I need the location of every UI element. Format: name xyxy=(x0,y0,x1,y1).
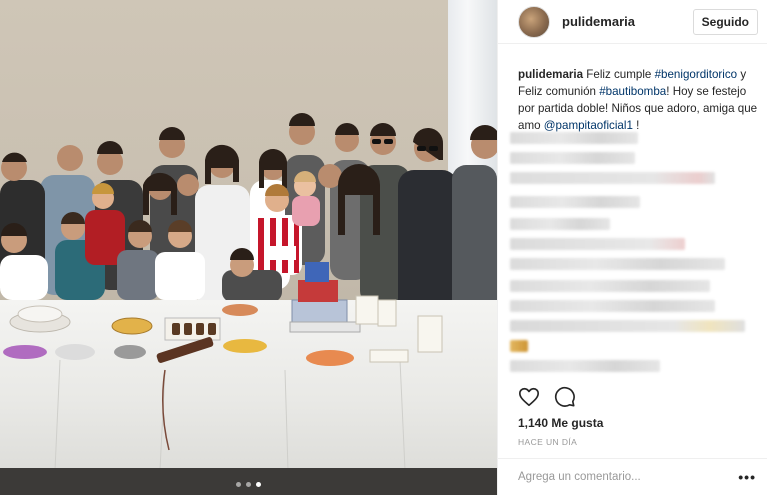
avatar[interactable] xyxy=(518,5,550,38)
header-username[interactable]: pulidemaria xyxy=(562,14,693,29)
post-timestamp[interactable]: HACE UN DÍA xyxy=(518,437,577,447)
blurred-comment-line xyxy=(510,320,745,332)
photo-table-items xyxy=(3,262,443,471)
blurred-comment-line xyxy=(510,300,715,312)
post-actions xyxy=(518,386,576,408)
blurred-comment-line xyxy=(510,132,638,144)
blurred-comments xyxy=(510,130,756,375)
heart-icon[interactable] xyxy=(518,386,540,408)
carousel-dot[interactable] xyxy=(246,482,251,487)
blurred-comment-line xyxy=(510,196,640,208)
post-photo[interactable] xyxy=(0,0,497,495)
like-count[interactable]: 1,140 Me gusta xyxy=(518,416,603,430)
carousel-indicator xyxy=(0,482,497,487)
post-side-panel: pulidemaria Seguido pulidemaria Feliz cu… xyxy=(497,0,767,495)
following-button[interactable]: Seguido xyxy=(692,8,758,35)
comment-input[interactable] xyxy=(518,471,739,483)
blurred-comment-line xyxy=(510,360,660,372)
carousel-dot-active[interactable] xyxy=(256,482,261,487)
post-caption: pulidemaria Feliz cumple #benigorditoric… xyxy=(518,66,758,134)
hashtag-link[interactable]: #benigorditorico xyxy=(655,68,738,81)
blurred-comment-line xyxy=(510,258,725,270)
carousel-dot[interactable] xyxy=(236,482,241,487)
blurred-comment-line xyxy=(510,218,610,230)
blurred-comment-line xyxy=(510,340,528,352)
more-options-icon[interactable]: ••• xyxy=(738,469,756,485)
comment-icon[interactable] xyxy=(554,386,576,408)
post-header: pulidemaria Seguido xyxy=(498,0,767,44)
caption-username[interactable]: pulidemaria xyxy=(518,68,583,81)
blurred-comment-line xyxy=(510,280,710,292)
blurred-comment-line xyxy=(510,172,715,184)
caption-text: Feliz cumple xyxy=(583,68,655,81)
blurred-comment-line xyxy=(510,238,685,250)
blurred-comment-line xyxy=(510,152,635,164)
comment-bar: ••• xyxy=(498,458,767,495)
hashtag-link[interactable]: #bautibomba xyxy=(599,85,666,98)
